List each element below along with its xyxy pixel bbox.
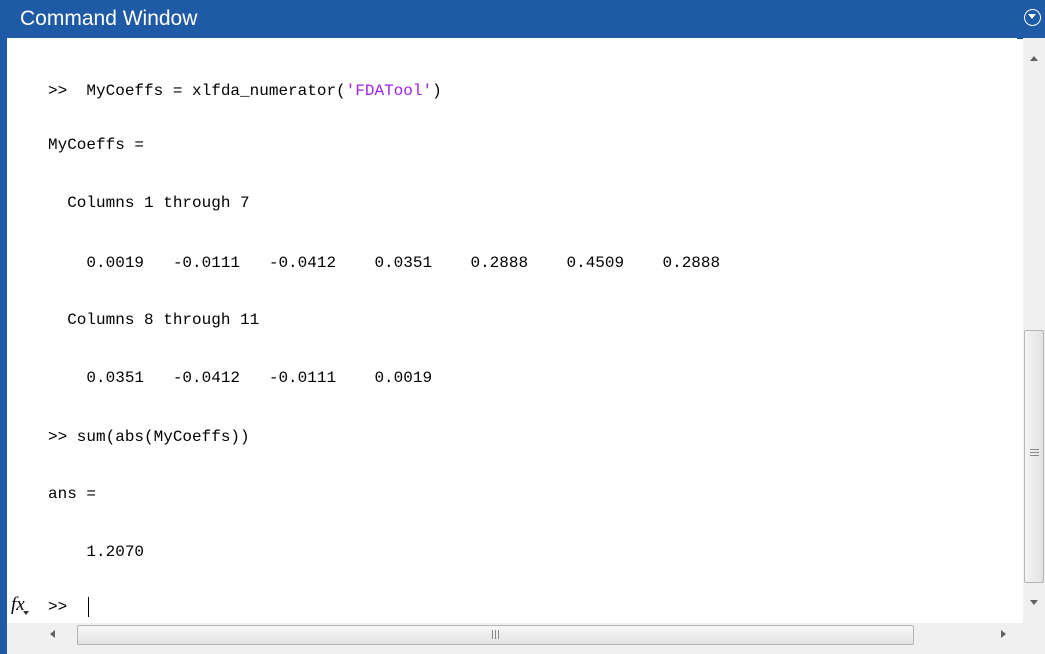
command-window: Command Window >> MyCoeffs = xlfda_numer…: [0, 0, 1045, 654]
scroll-left-arrow-icon[interactable]: [50, 630, 55, 638]
command-line-2: >> sum(abs(MyCoeffs)): [48, 428, 250, 446]
command-line-1: >> MyCoeffs = xlfda_numerator('FDATool'): [48, 82, 442, 100]
window-menu-icon[interactable]: [1024, 9, 1041, 26]
command-prompt: >>: [48, 598, 68, 616]
output-var-assign: MyCoeffs =: [48, 136, 145, 154]
text-cursor: [88, 597, 89, 617]
columns-header-1: Columns 1 through 7: [48, 194, 250, 212]
left-border: [0, 38, 7, 654]
window-title: Command Window: [20, 7, 198, 30]
title-bar: Command Window: [0, 0, 1045, 39]
vertical-scroll-thumb[interactable]: [1024, 330, 1044, 583]
vertical-grip-line: [1030, 449, 1039, 450]
console-area[interactable]: >> MyCoeffs = xlfda_numerator('FDATool')…: [7, 38, 1017, 623]
chevron-down-icon: [1028, 14, 1036, 19]
scroll-right-arrow-icon[interactable]: [1001, 630, 1006, 638]
vertical-grip-line: [1030, 452, 1039, 453]
output-ans-value: 1.2070: [48, 543, 145, 561]
horizontal-grip-line: [495, 630, 496, 639]
output-ans-assign: ans =: [48, 485, 97, 503]
output-row-1: 0.0019 -0.0111 -0.0412 0.0351 0.2888 0.4…: [48, 254, 721, 272]
command-text-end: ): [432, 82, 442, 100]
columns-header-2: Columns 8 through 11: [48, 311, 260, 329]
scroll-down-arrow-icon[interactable]: [1030, 600, 1038, 605]
horizontal-grip-line: [498, 630, 499, 639]
string-literal: 'FDATool': [345, 82, 433, 100]
command-text: >> MyCoeffs = xlfda_numerator(: [48, 82, 346, 100]
horizontal-grip-line: [492, 630, 493, 639]
output-row-2: 0.0351 -0.0412 -0.0111 0.0019: [48, 369, 433, 387]
vertical-grip-line: [1030, 455, 1039, 456]
fx-dropdown-arrow-icon[interactable]: [23, 611, 29, 615]
scroll-up-arrow-icon[interactable]: [1030, 56, 1038, 61]
